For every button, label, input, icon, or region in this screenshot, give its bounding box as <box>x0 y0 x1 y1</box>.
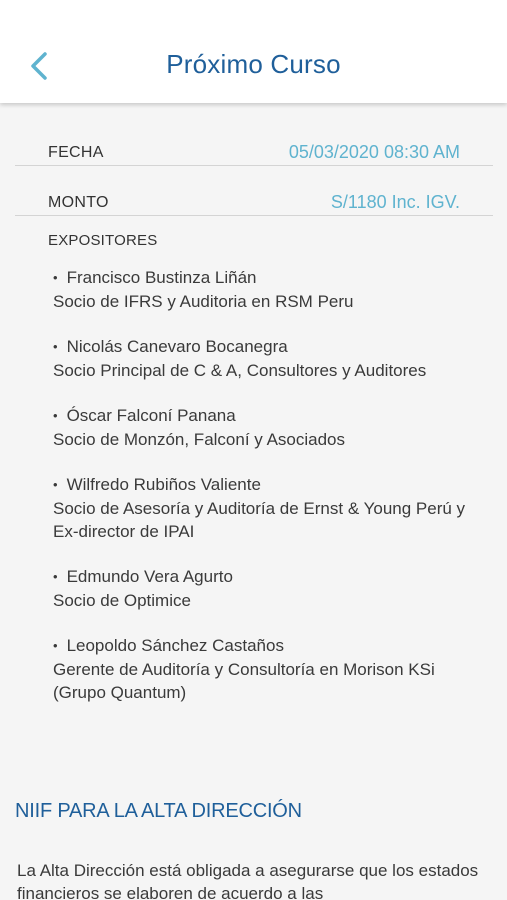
expositor-role: Socio de Monzón, Falconí y Asociados <box>53 430 345 449</box>
monto-label: MONTO <box>48 194 109 211</box>
list-item: Leopoldo Sánchez Castaños Gerente de Aud… <box>53 634 483 704</box>
expositor-name: Wilfredo Rubiños Valiente <box>53 473 483 497</box>
expositor-role: Gerente de Auditoría y Consultoría en Mo… <box>53 660 435 702</box>
section-body: La Alta Dirección está obligada a asegur… <box>17 861 479 900</box>
fecha-row: FECHA 05/03/2020 08:30 AM <box>15 116 493 166</box>
expositor-role: Socio de Optimice <box>53 591 191 610</box>
course-detail-screen: Próximo Curso FECHA 05/03/2020 08:30 AM … <box>0 0 507 900</box>
expositor-list: Francisco Bustinza Liñán Socio de IFRS y… <box>53 266 483 726</box>
expositor-role: Socio Principal de C & A, Consultores y … <box>53 361 427 380</box>
monto-row: MONTO S/1180 Inc. IGV. <box>15 166 493 216</box>
expositor-role: Socio de Asesoría y Auditoría de Ernst &… <box>53 499 466 541</box>
page-title: Próximo Curso <box>166 49 341 79</box>
list-item: Francisco Bustinza Liñán Socio de IFRS y… <box>53 266 483 313</box>
scroll-content[interactable]: FECHA 05/03/2020 08:30 AM MONTO S/1180 I… <box>0 103 507 900</box>
expositor-name: Óscar Falconí Panana <box>53 404 483 428</box>
expositor-name: Nicolás Canevaro Bocanegra <box>53 335 483 359</box>
list-item: Edmundo Vera Agurto Socio de Optimice <box>53 565 483 612</box>
expositor-name: Leopoldo Sánchez Castaños <box>53 634 483 658</box>
fecha-label: FECHA <box>48 144 104 161</box>
expositor-name: Edmundo Vera Agurto <box>53 565 483 589</box>
list-item: Óscar Falconí Panana Socio de Monzón, Fa… <box>53 404 483 451</box>
list-item: Wilfredo Rubiños Valiente Socio de Aseso… <box>53 473 483 543</box>
section-title: NIIF PARA LA ALTA DIRECCIÓN <box>15 800 302 822</box>
expositor-name: Francisco Bustinza Liñán <box>53 266 483 290</box>
fecha-value: 05/03/2020 08:30 AM <box>288 142 460 162</box>
list-item: Nicolás Canevaro Bocanegra Socio Princip… <box>53 335 483 382</box>
expositores-label: EXPOSITORES <box>48 232 158 249</box>
header-bar: Próximo Curso <box>0 0 507 103</box>
monto-value: S/1180 Inc. IGV. <box>330 192 460 212</box>
expositor-role: Socio de IFRS y Auditoria en RSM Peru <box>53 292 354 311</box>
